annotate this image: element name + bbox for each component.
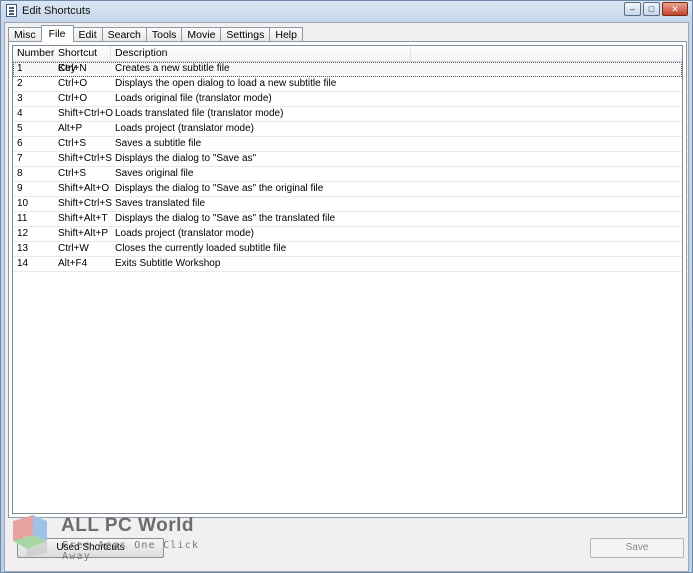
- table-row[interactable]: 10 Shift+Ctrl+S Saves translated file: [13, 197, 682, 212]
- row-shortcut-key: Ctrl+S: [58, 138, 87, 149]
- list-body: 1 Ctrl+N Creates a new subtitle file 2 Ctrl+…: [13, 62, 682, 272]
- row-number: 10: [17, 198, 29, 209]
- table-row[interactable]: 5 Alt+P Loads project (translator mode): [13, 122, 682, 137]
- row-number: 13: [17, 243, 29, 254]
- row-shortcut-key: Ctrl+O: [58, 78, 88, 89]
- column-header-number[interactable]: Number: [13, 46, 54, 61]
- table-row[interactable]: 1 Ctrl+N Creates a new subtitle file: [13, 62, 682, 77]
- table-row[interactable]: 7 Shift+Ctrl+S Displays the dialog to "Sav…: [13, 152, 682, 167]
- row-number: 3: [17, 93, 23, 104]
- row-shortcut-key: Shift+Ctrl+O: [58, 108, 114, 119]
- table-row[interactable]: 4 Shift+Ctrl+O Loads translated file (tran…: [13, 107, 682, 122]
- row-number: 5: [17, 123, 23, 134]
- row-shortcut-key: Ctrl+W: [58, 243, 89, 254]
- row-number: 11: [17, 213, 28, 224]
- tab-edit[interactable]: Edit: [72, 27, 103, 42]
- edit-shortcuts-window: Edit Shortcuts – □ ✕ Misc File Edit Sear…: [0, 0, 693, 573]
- row-description: Displays the dialog to "Save as" the tra…: [115, 213, 335, 224]
- row-shortcut-key: Ctrl+S: [58, 168, 87, 179]
- table-row[interactable]: 14 Alt+F4 Exits Subtitle Workshop: [13, 257, 682, 272]
- button-bar: Used Shortcuts Save: [8, 521, 687, 570]
- app-icon: [6, 4, 17, 17]
- close-icon[interactable]: ✕: [662, 2, 688, 16]
- used-shortcuts-button[interactable]: Used Shortcuts: [17, 538, 164, 558]
- row-description: Loads project (translator mode): [115, 228, 254, 239]
- column-header-description[interactable]: Description: [111, 46, 411, 61]
- row-shortcut-key: Ctrl+O: [58, 93, 88, 104]
- dialog-client-area: Misc File Edit Search Tools Movie Settin…: [4, 22, 689, 572]
- row-description: Displays the dialog to "Save as" the ori…: [115, 183, 324, 194]
- row-description: Loads translated file (translator mode): [115, 108, 284, 119]
- tab-misc[interactable]: Misc: [8, 27, 42, 42]
- row-description: Displays the dialog to "Save as": [115, 153, 257, 164]
- window-title: Edit Shortcuts: [22, 5, 91, 17]
- title-bar[interactable]: Edit Shortcuts – □ ✕: [1, 1, 692, 21]
- row-number: 4: [17, 108, 23, 119]
- row-number: 9: [17, 183, 23, 194]
- tab-help[interactable]: Help: [269, 27, 303, 42]
- row-description: Saves a subtitle file: [115, 138, 202, 149]
- row-shortcut-key: Shift+Ctrl+S: [58, 198, 112, 209]
- row-number: 8: [17, 168, 23, 179]
- row-description: Creates a new subtitle file: [115, 63, 230, 74]
- tab-settings[interactable]: Settings: [220, 27, 271, 42]
- row-description: Loads original file (translator mode): [115, 93, 272, 104]
- row-shortcut-key: Shift+Alt+O: [58, 183, 110, 194]
- row-description: Exits Subtitle Workshop: [115, 258, 221, 269]
- table-row[interactable]: 13 Ctrl+W Closes the currently loaded subt…: [13, 242, 682, 257]
- table-row[interactable]: 8 Ctrl+S Saves original file: [13, 167, 682, 182]
- row-shortcut-key: Alt+F4: [58, 258, 88, 269]
- minimize-icon[interactable]: –: [624, 2, 641, 16]
- row-number: 12: [17, 228, 29, 239]
- table-row[interactable]: 12 Shift+Alt+P Loads project (translator m…: [13, 227, 682, 242]
- row-number: 1: [17, 63, 23, 74]
- row-number: 2: [17, 78, 23, 89]
- shortcuts-list[interactable]: Number Shortcut Key Description 1 Ctrl+N C…: [12, 45, 683, 514]
- table-row[interactable]: 9 Shift+Alt+O Displays the dialog to "Save…: [13, 182, 682, 197]
- row-description: Loads project (translator mode): [115, 123, 254, 134]
- table-row[interactable]: 6 Ctrl+S Saves a subtitle file: [13, 137, 682, 152]
- row-number: 6: [17, 138, 23, 149]
- tab-strip: Misc File Edit Search Tools Movie Settin…: [8, 25, 303, 42]
- row-description: Displays the open dialog to load a new s…: [115, 78, 337, 89]
- row-shortcut-key: Ctrl+N: [58, 63, 87, 74]
- row-description: Saves original file: [115, 168, 194, 179]
- window-controls: – □ ✕: [624, 2, 688, 16]
- row-shortcut-key: Alt+P: [58, 123, 83, 134]
- tab-tools[interactable]: Tools: [145, 27, 183, 42]
- save-button[interactable]: Save: [590, 538, 684, 558]
- tab-file[interactable]: File: [40, 25, 74, 42]
- maximize-icon[interactable]: □: [643, 2, 660, 16]
- tab-search[interactable]: Search: [101, 27, 147, 42]
- row-shortcut-key: Shift+Alt+T: [58, 213, 108, 224]
- row-shortcut-key: Shift+Alt+P: [58, 228, 109, 239]
- list-header: Number Shortcut Key Description: [13, 46, 682, 74]
- row-shortcut-key: Shift+Ctrl+S: [58, 153, 112, 164]
- table-row[interactable]: 2 Ctrl+O Displays the open dialog to load …: [13, 77, 682, 92]
- row-description: Saves translated file: [115, 198, 206, 209]
- table-row[interactable]: 11 Shift+Alt+T Displays the dialog to "Sav…: [13, 212, 682, 227]
- column-header-shortcut-key[interactable]: Shortcut Key: [54, 46, 111, 74]
- row-number: 7: [17, 153, 23, 164]
- row-number: 14: [17, 258, 29, 269]
- table-row[interactable]: 3 Ctrl+O Loads original file (translator m…: [13, 92, 682, 107]
- row-description: Closes the currently loaded subtitle fil…: [115, 243, 287, 254]
- tab-movie[interactable]: Movie: [181, 27, 222, 42]
- tab-panel-file: Number Shortcut Key Description 1 Ctrl+N C…: [8, 41, 687, 518]
